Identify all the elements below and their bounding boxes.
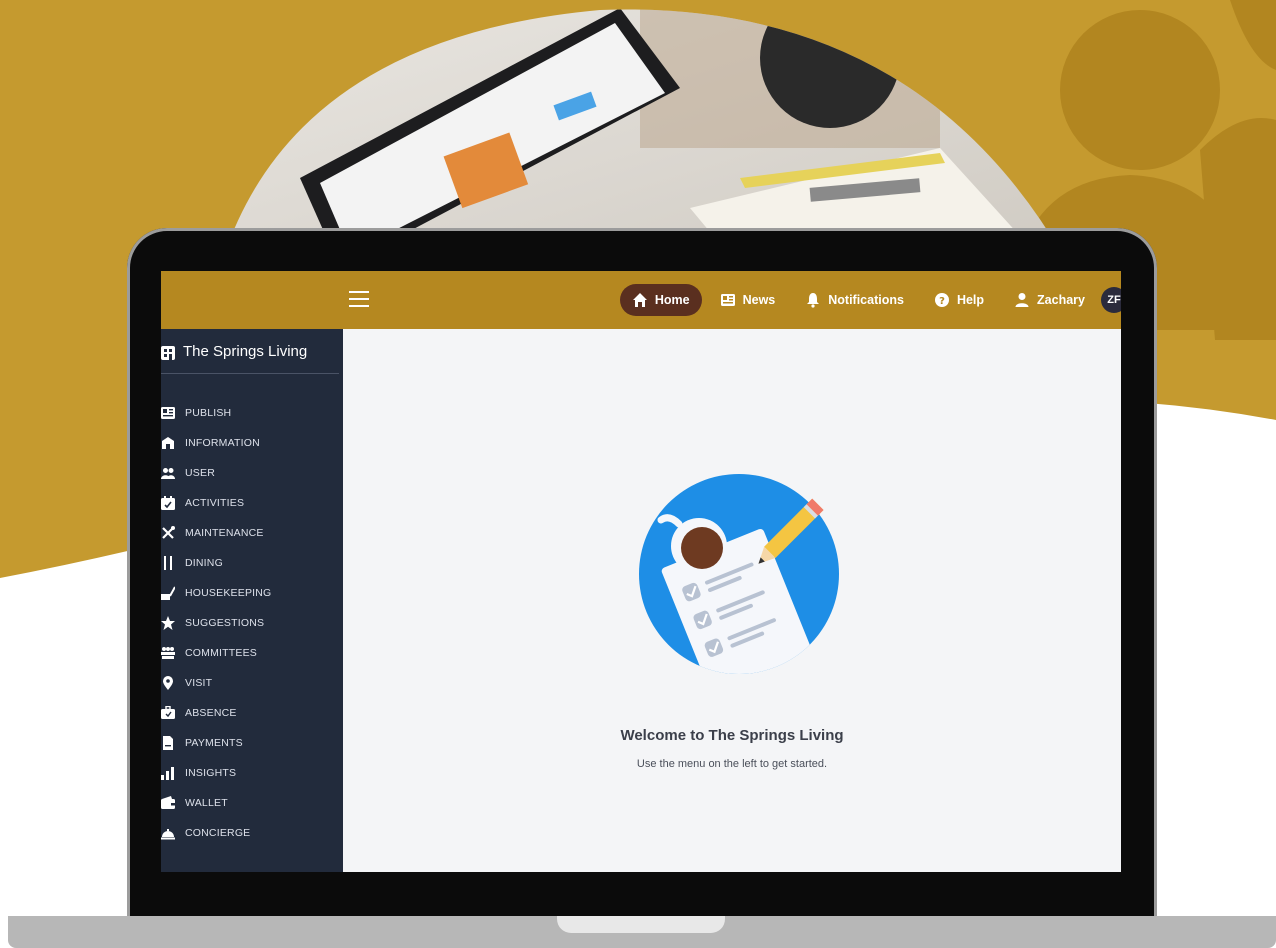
welcome-illustration xyxy=(639,474,839,674)
map-pin-icon xyxy=(163,676,173,690)
document-icon xyxy=(163,736,173,750)
calendar-icon xyxy=(161,496,175,510)
sidebar-item-suggestions[interactable]: SUGGESTIONS xyxy=(161,608,271,638)
building-icon xyxy=(161,346,175,360)
newspaper-icon xyxy=(720,294,735,306)
nav-home[interactable]: Home xyxy=(619,284,702,316)
home-icon xyxy=(632,293,647,307)
group-icon xyxy=(161,647,175,659)
bell-icon xyxy=(807,293,820,308)
app-screen: Home News Notifications ? Help Zachary Z… xyxy=(161,271,1121,872)
laptop-notch xyxy=(557,916,725,933)
building-icon xyxy=(162,437,174,449)
nav-news-label: News xyxy=(742,293,776,307)
sidebar-item-maintenance[interactable]: MAINTENANCE xyxy=(161,518,271,548)
nav-news[interactable]: News xyxy=(708,284,788,316)
sidebar-item-visit[interactable]: VISIT xyxy=(161,668,271,698)
sidebar-item-absence[interactable]: ABSENCE xyxy=(161,698,271,728)
sidebar-item-label: ACTIVITIES xyxy=(185,497,245,509)
bell-service-icon xyxy=(161,829,175,840)
nav-user-label: Zachary xyxy=(1037,293,1085,307)
sidebar-item-label: CONCIERGE xyxy=(185,827,251,839)
nav-home-label: Home xyxy=(654,293,690,307)
wallet-icon xyxy=(161,796,175,809)
org-header[interactable]: The Springs Living xyxy=(161,343,339,374)
sidebar-item-label: MAINTENANCE xyxy=(185,527,264,539)
welcome-title: Welcome to The Springs Living xyxy=(620,727,844,744)
main-content: Welcome to The Springs Living Use the me… xyxy=(343,329,1121,872)
nav-help-label: Help xyxy=(956,293,985,307)
nav-notifications[interactable]: Notifications xyxy=(793,284,916,316)
sidebar-item-activities[interactable]: ACTIVITIES xyxy=(161,488,271,518)
sidebar-item-label: PAYMENTS xyxy=(185,737,243,749)
avatar[interactable]: ZF xyxy=(1101,287,1121,313)
sidebar-item-committees[interactable]: COMMITTEES xyxy=(161,638,271,668)
sidebar-item-label: WALLET xyxy=(185,797,228,809)
utensils-icon xyxy=(164,556,172,570)
sidebar-item-concierge[interactable]: CONCIERGE xyxy=(161,818,271,848)
question-circle-icon: ? xyxy=(934,293,949,307)
suitcase-icon xyxy=(161,706,175,719)
top-nav: Home News Notifications ? Help Zachary Z… xyxy=(614,271,1121,329)
top-navbar: Home News Notifications ? Help Zachary Z… xyxy=(161,271,1121,329)
bar-chart-icon xyxy=(161,767,174,780)
nav-user[interactable]: Zachary xyxy=(1002,284,1097,316)
star-icon xyxy=(161,616,175,630)
broom-icon xyxy=(161,586,175,600)
hamburger-icon[interactable] xyxy=(349,291,369,307)
sidebar: The Springs Living PUBLISH INFORMATION U… xyxy=(161,329,343,872)
svg-text:?: ? xyxy=(939,296,945,307)
sidebar-item-label: VISIT xyxy=(185,677,213,689)
marketing-stage: Home News Notifications ? Help Zachary Z… xyxy=(0,0,1276,948)
sidebar-item-label: COMMITTEES xyxy=(185,647,257,659)
sidebar-item-label: INFORMATION xyxy=(185,437,260,449)
sidebar-item-housekeeping[interactable]: HOUSEKEEPING xyxy=(161,578,271,608)
user-icon xyxy=(1015,293,1029,307)
nav-notifications-label: Notifications xyxy=(828,293,904,307)
sidebar-item-information[interactable]: INFORMATION xyxy=(161,428,271,458)
sidebar-item-publish[interactable]: PUBLISH xyxy=(161,398,271,428)
sidebar-item-wallet[interactable]: WALLET xyxy=(161,788,271,818)
sidebar-item-label: SUGGESTIONS xyxy=(185,617,265,629)
nav-help[interactable]: ? Help xyxy=(922,284,996,316)
welcome-subtitle: Use the menu on the left to get started. xyxy=(636,758,828,770)
sidebar-item-insights[interactable]: INSIGHTS xyxy=(161,758,271,788)
sidebar-menu: PUBLISH INFORMATION USER ACTIVITIES MAIN… xyxy=(161,398,271,848)
sidebar-item-label: HOUSEKEEPING xyxy=(185,587,272,599)
newspaper-icon xyxy=(161,407,175,419)
users-icon xyxy=(161,468,175,479)
sidebar-item-label: DINING xyxy=(185,557,223,569)
tools-icon xyxy=(162,526,175,539)
sidebar-item-dining[interactable]: DINING xyxy=(161,548,271,578)
sidebar-item-label: ABSENCE xyxy=(185,707,237,719)
sidebar-item-label: USER xyxy=(185,467,215,479)
sidebar-item-label: INSIGHTS xyxy=(185,767,237,779)
sidebar-item-label: PUBLISH xyxy=(185,407,232,419)
sidebar-item-payments[interactable]: PAYMENTS xyxy=(161,728,271,758)
sidebar-item-user[interactable]: USER xyxy=(161,458,271,488)
org-name: The Springs Living xyxy=(183,343,308,360)
